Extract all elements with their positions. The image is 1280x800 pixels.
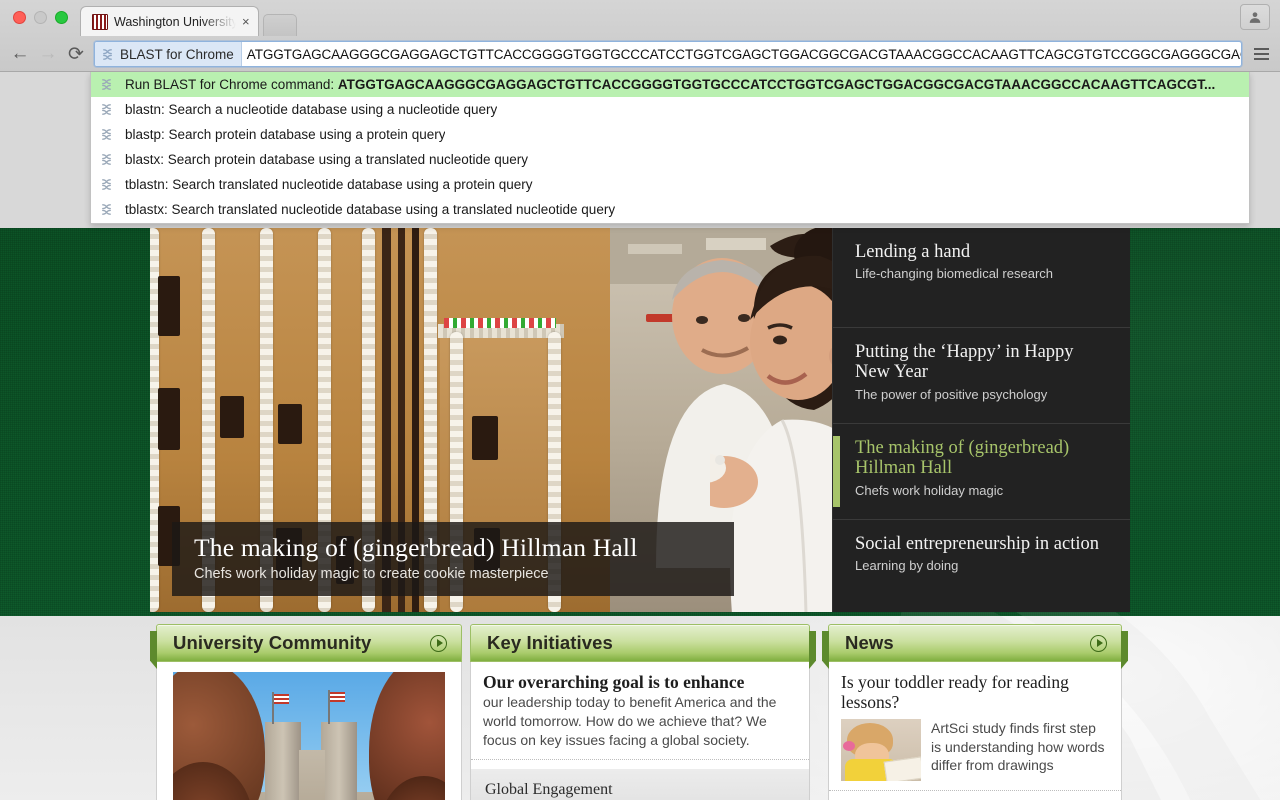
hero-story-item-2[interactable]: The making of (gingerbread) Hillman Hall… <box>833 424 1130 520</box>
hero-story-item-0[interactable]: Lending a hand Life-changing biomedical r… <box>833 228 1130 328</box>
panel-body-community <box>156 662 462 800</box>
forward-button[interactable]: → <box>34 40 62 68</box>
profile-avatar-icon[interactable] <box>1240 4 1270 30</box>
tab-strip: Washington University in St × <box>80 6 297 36</box>
omnibox-suggestion-5[interactable]: tblastx: Search translated nucleotide da… <box>91 197 1249 222</box>
browser-tab[interactable]: Washington University in St × <box>80 6 259 36</box>
panel-title-news: News <box>845 632 894 653</box>
hero-story-subtitle: Learning by doing <box>855 558 959 574</box>
hero-story-subtitle: Chefs work holiday magic <box>855 482 1004 498</box>
suggestion-text: Run BLAST for Chrome command: ATGGTGAGCA… <box>125 77 1216 92</box>
hero-story-subtitle: The power of positive psychology <box>855 386 1048 402</box>
blast-dna-icon <box>103 48 112 60</box>
blast-dna-icon <box>102 104 111 115</box>
close-icon[interactable]: × <box>242 15 250 28</box>
panel-header-community[interactable]: University Community <box>150 624 462 669</box>
panel-key-initiatives: Key Initiatives Our overarching goal is … <box>470 624 816 800</box>
hero-image[interactable]: The making of (gingerbread) Hillman Hall… <box>150 228 832 612</box>
panel-university-community: University Community <box>150 624 462 800</box>
tab-title: Washington University in St <box>114 14 236 29</box>
address-bar[interactable]: BLAST for Chrome ATGGTGAGCAAGGGCGAGGAGCT… <box>94 41 1242 67</box>
back-button[interactable]: ← <box>6 40 34 68</box>
keyword-chip-label: BLAST for Chrome <box>120 46 234 62</box>
omnibox-suggestion-0[interactable]: Run BLAST for Chrome command: ATGGTGAGCA… <box>91 72 1249 97</box>
browser-toolbar: ← → ⟳ BLAST for Chrome ATGGTGAGCAAGGGCGA… <box>0 36 1280 72</box>
reload-button[interactable]: ⟳ <box>62 40 90 68</box>
news-summary: ArtSci study finds first step is underst… <box>931 720 1105 774</box>
blast-dna-icon <box>102 154 111 165</box>
omnibox-suggestion-2[interactable]: blastp: Search protein database using a … <box>91 122 1249 147</box>
omnibox-suggestion-4[interactable]: tblastn: Search translated nucleotide da… <box>91 172 1249 197</box>
page-viewport: The making of (gingerbread) Hillman Hall… <box>0 228 1280 800</box>
hero-carousel: The making of (gingerbread) Hillman Hall… <box>150 228 1130 612</box>
window-minimize-button[interactable] <box>34 11 47 24</box>
campus-photo[interactable] <box>173 672 445 800</box>
panel-news: News Is your toddler ready for reading l… <box>822 624 1128 800</box>
play-arrow-icon[interactable] <box>1090 634 1107 652</box>
divider <box>471 759 809 761</box>
hero-caption-subtitle: Chefs work holiday magic to create cooki… <box>194 566 549 582</box>
initiatives-body: our leadership today to benefit America … <box>483 694 777 748</box>
blast-dna-icon <box>102 79 111 90</box>
suggestion-text: blastn: Search a nucleotide database usi… <box>125 102 498 117</box>
hero-story-item-1[interactable]: Putting the ‘Happy’ in Happy New Year The… <box>833 328 1130 424</box>
hero-story-list: Lending a hand Life-changing biomedical r… <box>832 228 1130 612</box>
play-arrow-icon[interactable] <box>430 634 447 652</box>
panel-title-initiatives: Key Initiatives <box>487 632 613 653</box>
initiatives-lead: Our overarching goal is to enhance <box>483 672 745 692</box>
suggestion-text: blastx: Search protein database using a … <box>125 152 529 167</box>
panel-title-community: University Community <box>173 632 372 653</box>
news-headline[interactable]: Is your toddler ready for reading lesson… <box>841 672 1109 712</box>
hero-story-title: Putting the ‘Happy’ in Happy New Year <box>855 342 1074 383</box>
hero-caption-title: The making of (gingerbread) Hillman Hall <box>194 533 638 563</box>
search-keyword-chip[interactable]: BLAST for Chrome <box>95 42 242 66</box>
omnibox-suggestion-list: Run BLAST for Chrome command: ATGGTGAGCA… <box>90 72 1250 224</box>
panel-header-news[interactable]: News <box>822 624 1128 669</box>
hamburger-menu-icon[interactable] <box>1248 40 1274 68</box>
hero-story-title: Social entrepreneurship in action <box>855 534 1100 554</box>
omnibox-suggestion-3[interactable]: blastx: Search protein database using a … <box>91 147 1249 172</box>
browser-chrome: Washington University in St × ← → ⟳ <box>0 0 1280 72</box>
blast-dna-icon <box>102 179 111 190</box>
address-bar-input[interactable]: ATGGTGAGCAAGGGCGAGGAGCTGTTCACCGGGGTGGTGC… <box>242 47 1241 62</box>
hero-story-title: The making of (gingerbread) Hillman Hall <box>855 438 1070 479</box>
news-thumbnail[interactable] <box>841 719 921 782</box>
blast-dna-icon <box>102 204 111 215</box>
panel-body-news: Is your toddler ready for reading lesson… <box>828 662 1122 800</box>
suggestion-text: tblastn: Search translated nucleotide da… <box>125 177 533 192</box>
window-close-button[interactable] <box>13 11 26 24</box>
panel-header-initiatives[interactable]: Key Initiatives <box>470 624 816 669</box>
hero-story-subtitle: Life-changing biomedical research <box>855 266 1054 282</box>
suggestion-text: tblastx: Search translated nucleotide da… <box>125 202 616 217</box>
wustl-shield-icon <box>92 13 108 30</box>
hero-story-title: Lending a hand <box>855 242 971 262</box>
initiatives-row-global-engagement[interactable]: Global Engagement <box>471 769 809 800</box>
omnibox-suggestion-1[interactable]: blastn: Search a nucleotide database usi… <box>91 97 1249 122</box>
divider <box>829 790 1121 792</box>
window-zoom-button[interactable] <box>55 11 68 24</box>
hero-story-item-3[interactable]: Social entrepreneurship in action Learnin… <box>833 520 1130 612</box>
panel-body-initiatives: Our overarching goal is to enhance our l… <box>470 662 810 800</box>
hero-caption[interactable]: The making of (gingerbread) Hillman Hall… <box>172 522 734 596</box>
window-titlebar: Washington University in St × <box>0 0 1280 36</box>
suggestion-text: blastp: Search protein database using a … <box>125 127 446 142</box>
blast-dna-icon <box>102 129 111 140</box>
new-tab-button[interactable] <box>262 14 297 36</box>
